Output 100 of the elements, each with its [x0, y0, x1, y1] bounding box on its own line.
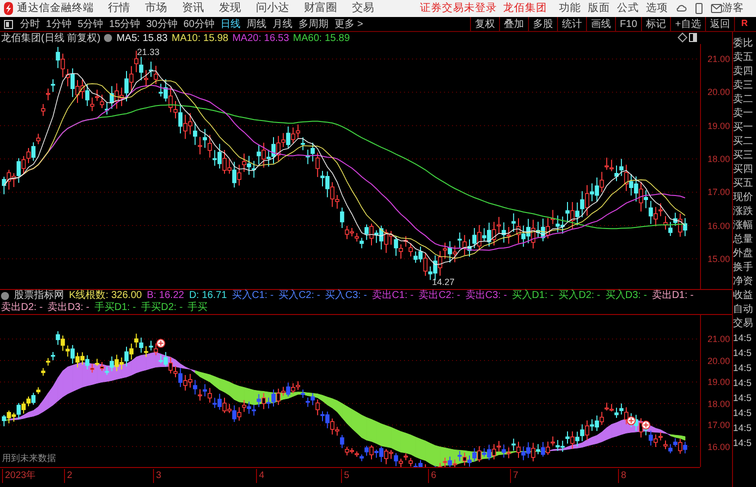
chart-tool-button[interactable]: 复权 [470, 17, 499, 31]
period-tab[interactable]: 5分钟 [78, 16, 104, 32]
chart-tool-button[interactable]: +自选 [670, 17, 705, 31]
quote-label: 外盘 [733, 247, 754, 261]
trade-time: 14:5 [733, 422, 752, 436]
menu-item[interactable]: 市场 [145, 0, 167, 17]
chart-tool-button[interactable]: 统计 [556, 17, 586, 31]
app-name: 通达信金融终端 [17, 0, 94, 16]
stock-name[interactable]: 龙佰集团 [503, 0, 547, 16]
quote-label: 买二 [733, 135, 754, 149]
high-price-label: 21.33 [137, 47, 160, 57]
signal-value: 卖出C1: - [372, 290, 414, 302]
trade-time: 14:5 [733, 332, 752, 346]
quote-label: 涨跌 [733, 205, 754, 219]
period-tab[interactable]: 60分钟 [183, 16, 214, 32]
signal-value: 买入C2: - [278, 290, 320, 302]
tool-menu-item[interactable]: 选项 [646, 0, 668, 16]
period-tab[interactable]: 周线 [246, 16, 266, 32]
price-tick: 21.00 [707, 53, 730, 66]
price-tick: 15.00 [707, 252, 730, 266]
signal-value: 手买D2: - [141, 302, 183, 314]
price-tick: 18.00 [707, 398, 730, 410]
signal-value: 卖出D1: - [652, 290, 694, 302]
date-tick: 8 [618, 469, 626, 484]
chart-tool-button[interactable]: 画线 [586, 17, 615, 31]
quote-label: 换手 [733, 261, 754, 275]
quote-label: 买五 [733, 177, 754, 191]
quote-label: 总量 [733, 233, 754, 247]
quote-label: 委比 [733, 37, 754, 51]
period-tab[interactable]: 更多 > [334, 16, 364, 32]
quote-label: 卖二 [733, 93, 754, 107]
trade-time: 14:5 [733, 392, 752, 406]
price-tick: 17.00 [707, 419, 730, 432]
quote-label: 买三 [733, 149, 754, 163]
date-tick: 4 [256, 469, 264, 484]
menu-item[interactable]: 资讯 [182, 0, 204, 17]
trade-time: 14:5 [733, 437, 752, 451]
price-tick: 16.00 [707, 440, 730, 454]
period-tab[interactable]: 月线 [272, 16, 292, 32]
menu-item[interactable]: 财富圈 [304, 0, 337, 17]
signal-value: 买入D2: - [558, 290, 600, 302]
quote-label: 自动 [733, 303, 754, 317]
price-tick: 20.00 [707, 86, 730, 100]
price-tick: 18.00 [707, 152, 730, 166]
signal-value: 卖出C2: - [418, 290, 460, 302]
chart-tool-button[interactable]: 多股 [528, 17, 557, 31]
tool-menu-item[interactable]: 功能 [559, 0, 581, 16]
trade-time: 14:5 [733, 347, 752, 361]
date-tick: 2023年 [2, 469, 36, 484]
chart-title: 龙佰集团(日线 前复权) [1, 32, 100, 46]
price-tick: 19.00 [707, 120, 730, 133]
tool-menu-item[interactable]: 版面 [588, 0, 610, 16]
ma-legend: MA10: 15.98 [172, 30, 228, 46]
signal-value: 买入C3: - [325, 290, 367, 302]
menu-item[interactable]: 问小达 [256, 0, 289, 17]
menu-item[interactable]: 行情 [108, 0, 130, 17]
quote-label: 卖三 [733, 79, 754, 93]
quote-label: 现价 [733, 191, 754, 205]
menu-item[interactable]: 交易 [352, 0, 374, 17]
warning-label: 用到未来数据 [2, 452, 56, 464]
trade-time: 14:5 [733, 377, 752, 391]
chart-tool-button[interactable]: 标记 [641, 17, 670, 31]
signal-value: 手买 [188, 302, 208, 314]
signal-value: 手买D1: - [94, 302, 136, 314]
period-tab[interactable]: 分时 [20, 16, 40, 32]
menu-item[interactable]: 发现 [219, 0, 241, 17]
trade-time: 14:5 [733, 407, 752, 421]
quote-label: 卖五 [733, 51, 754, 65]
signal-value: 卖出C3: - [465, 290, 507, 302]
indicator-value: B: 16.22 [146, 290, 184, 302]
quote-label: 买四 [733, 163, 754, 177]
period-tab[interactable]: 30分钟 [146, 16, 178, 32]
corner-mark: R [734, 17, 754, 31]
price-tick: 17.00 [707, 186, 730, 200]
tool-menu-item[interactable]: 公式 [617, 0, 639, 16]
signal-value: 买入D3: - [605, 290, 647, 302]
chart-tool-button[interactable]: F10 [614, 17, 642, 31]
quote-label: 交易 [733, 317, 754, 331]
period-tab[interactable]: 多周期 [298, 16, 328, 32]
indicator-name: 股票指标网 [14, 290, 64, 302]
period-tab[interactable]: 1分钟 [46, 16, 72, 32]
trade-time: 14:5 [733, 362, 752, 376]
ma-legend: MA20: 16.53 [232, 30, 290, 46]
indicator-value: D: 16.71 [189, 290, 227, 302]
quote-label: 净资 [733, 275, 754, 289]
period-tab[interactable]: 日线 [220, 16, 240, 32]
price-tick: 19.00 [707, 376, 730, 389]
ma-legend: MA5: 15.83 [116, 30, 168, 46]
period-tab[interactable]: 15分钟 [109, 16, 140, 32]
quote-label: 买一 [733, 121, 754, 135]
quote-label: 卖一 [733, 107, 754, 121]
user-label[interactable]: 游客 [722, 0, 744, 16]
chart-tool-button[interactable]: 返回 [705, 17, 734, 31]
date-tick: 7 [510, 469, 518, 484]
quote-label: 卖四 [733, 65, 754, 79]
price-tick: 16.00 [707, 220, 730, 232]
chart-tool-button[interactable]: 叠加 [498, 17, 528, 31]
date-tick: 3 [153, 469, 162, 484]
date-tick: 5 [341, 469, 350, 484]
login-notice[interactable]: 证券交易未登录 [420, 0, 497, 16]
